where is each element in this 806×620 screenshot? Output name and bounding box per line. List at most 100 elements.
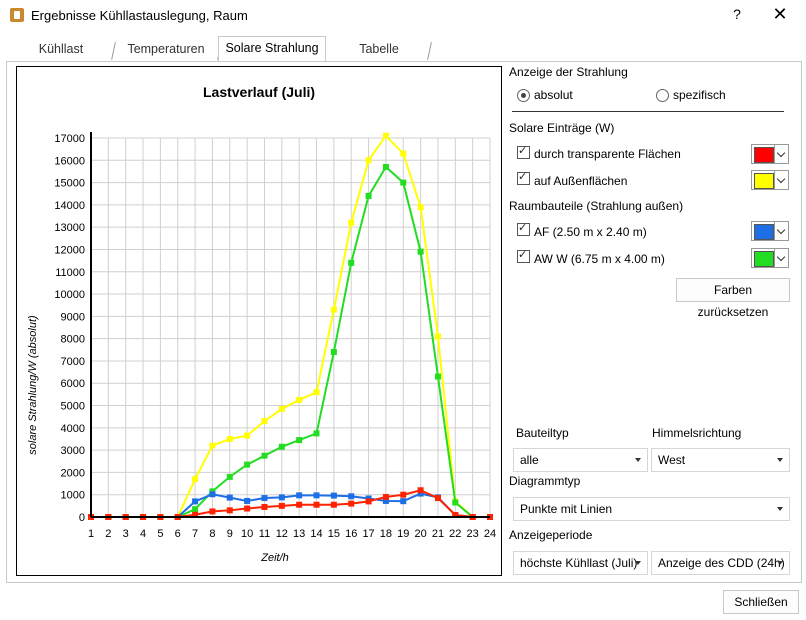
y-tick-label: 4000	[61, 423, 85, 435]
color-picker-af[interactable]	[751, 221, 789, 241]
help-button[interactable]: ?	[728, 6, 746, 26]
data-point	[296, 492, 303, 499]
x-tick-label: 19	[397, 528, 409, 540]
x-tick-label: 6	[175, 528, 181, 540]
chevron-down-icon	[776, 252, 786, 262]
x-tick-label: 12	[276, 528, 288, 540]
data-point	[330, 492, 337, 499]
y-tick-label: 17000	[54, 133, 85, 145]
data-point	[244, 461, 251, 468]
anzeige-heading: Anzeige der Strahlung	[509, 65, 628, 79]
data-point	[261, 503, 268, 510]
data-point	[348, 219, 355, 226]
data-point	[382, 493, 389, 500]
section-divider	[512, 111, 784, 112]
tab-solare-strahlung[interactable]: Solare Strahlung	[218, 36, 326, 61]
x-tick-label: 2	[105, 528, 111, 540]
x-tick-label: 18	[380, 528, 392, 540]
x-tick-label: 4	[140, 528, 146, 540]
radio-spezifisch[interactable]	[656, 89, 669, 102]
color-swatch	[754, 251, 774, 267]
checkbox-af-label: AF (2.50 m x 2.40 m)	[534, 225, 647, 239]
y-tick-label: 5000	[61, 401, 85, 413]
x-tick-label: 24	[484, 528, 496, 540]
x-tick-label: 23	[467, 528, 479, 540]
bauteiltyp-label: Bauteiltyp	[516, 426, 569, 440]
diagrammtyp-label: Diagrammtyp	[509, 474, 581, 488]
chart-title: Lastverlauf (Juli)	[203, 84, 315, 100]
solare-eintraege-heading: Solare Einträge (W)	[509, 121, 615, 135]
close-window-button[interactable]: ✕	[770, 4, 790, 26]
x-tick-label: 16	[345, 528, 357, 540]
data-point	[417, 248, 424, 255]
line-chart: Lastverlauf (Juli) Zeit/h solare Strahlu…	[27, 84, 496, 564]
x-tick-label: 13	[293, 528, 305, 540]
reset-colors-button[interactable]: Farben zurücksetzen	[676, 278, 790, 319]
data-point	[244, 432, 251, 439]
y-tick-label: 15000	[54, 178, 85, 190]
y-tick-label: 10000	[54, 289, 85, 301]
anzeigeperiode-select[interactable]: höchste Kühllast (Juli)	[513, 551, 648, 575]
title-bar: Ergebnisse Kühllastauslegung, Raum ? ✕	[0, 0, 806, 32]
color-picker-transparent[interactable]	[751, 144, 789, 164]
x-tick-label: 22	[449, 528, 461, 540]
cdd-select[interactable]: Anzeige des CDD (24h)	[651, 551, 790, 575]
y-tick-label: 1000	[61, 490, 85, 502]
data-point	[348, 493, 355, 500]
y-tick-label: 7000	[61, 356, 85, 368]
data-point	[278, 502, 285, 509]
data-point	[348, 500, 355, 507]
tab-temperaturen[interactable]: Temperaturen	[118, 38, 214, 60]
radio-absolut[interactable]	[517, 89, 530, 102]
data-point	[192, 506, 199, 513]
data-point	[434, 373, 441, 380]
diagrammtyp-value: Punkte mit Linien	[520, 502, 613, 516]
himmelsrichtung-label: Himmelsrichtung	[652, 426, 742, 440]
color-swatch	[754, 173, 774, 189]
close-button[interactable]: Schließen	[723, 590, 799, 614]
y-tick-label: 9000	[61, 311, 85, 323]
radio-absolut-label[interactable]: absolut	[534, 88, 573, 102]
anzeigeperiode-value: höchste Kühllast (Juli)	[520, 556, 638, 570]
bauteiltyp-value: alle	[520, 453, 539, 467]
x-tick-label: 21	[432, 528, 444, 540]
dropdown-arrow-icon	[777, 507, 783, 511]
tab-kuehllast[interactable]: Kühllast	[14, 38, 108, 60]
y-tick-label: 8000	[61, 334, 85, 346]
color-picker-aussenflaechen[interactable]	[751, 170, 789, 190]
x-tick-label: 7	[192, 528, 198, 540]
anzeigeperiode-label: Anzeigeperiode	[509, 528, 593, 542]
radio-spezifisch-label[interactable]: spezifisch	[673, 88, 726, 102]
x-tick-label: 1	[88, 528, 94, 540]
x-tick-label: 9	[227, 528, 233, 540]
checkbox-af[interactable]	[517, 221, 530, 236]
y-tick-label: 6000	[61, 378, 85, 390]
bauteiltyp-select[interactable]: alle	[513, 448, 648, 472]
chevron-down-icon	[776, 225, 786, 235]
x-tick-label: 5	[157, 528, 163, 540]
x-tick-label: 15	[328, 528, 340, 540]
data-point	[365, 157, 372, 164]
color-swatch	[754, 147, 774, 163]
series-line-1	[91, 165, 490, 518]
checkbox-aussenflaechen[interactable]	[517, 170, 530, 185]
data-point	[313, 430, 320, 437]
himmelsrichtung-select[interactable]: West	[651, 448, 790, 472]
dropdown-arrow-icon	[777, 458, 783, 462]
data-point	[382, 132, 389, 139]
data-point	[244, 505, 251, 512]
tab-tabelle[interactable]: Tabelle	[334, 38, 424, 60]
data-point	[209, 442, 216, 449]
diagrammtyp-select[interactable]: Punkte mit Linien	[513, 497, 790, 521]
dropdown-arrow-icon	[635, 458, 641, 462]
data-point	[313, 501, 320, 508]
data-point	[226, 435, 233, 442]
checkbox-transparent[interactable]	[517, 144, 530, 159]
color-picker-aww[interactable]	[751, 248, 789, 268]
y-tick-label: 13000	[54, 222, 85, 234]
x-tick-label: 17	[362, 528, 374, 540]
checkbox-aww[interactable]	[517, 248, 530, 263]
chart-y-axis-label: solare Strahlung/W (absolut)	[27, 315, 39, 455]
checkbox-transparent-label: durch transparente Flächen	[534, 147, 681, 161]
data-point	[365, 192, 372, 199]
